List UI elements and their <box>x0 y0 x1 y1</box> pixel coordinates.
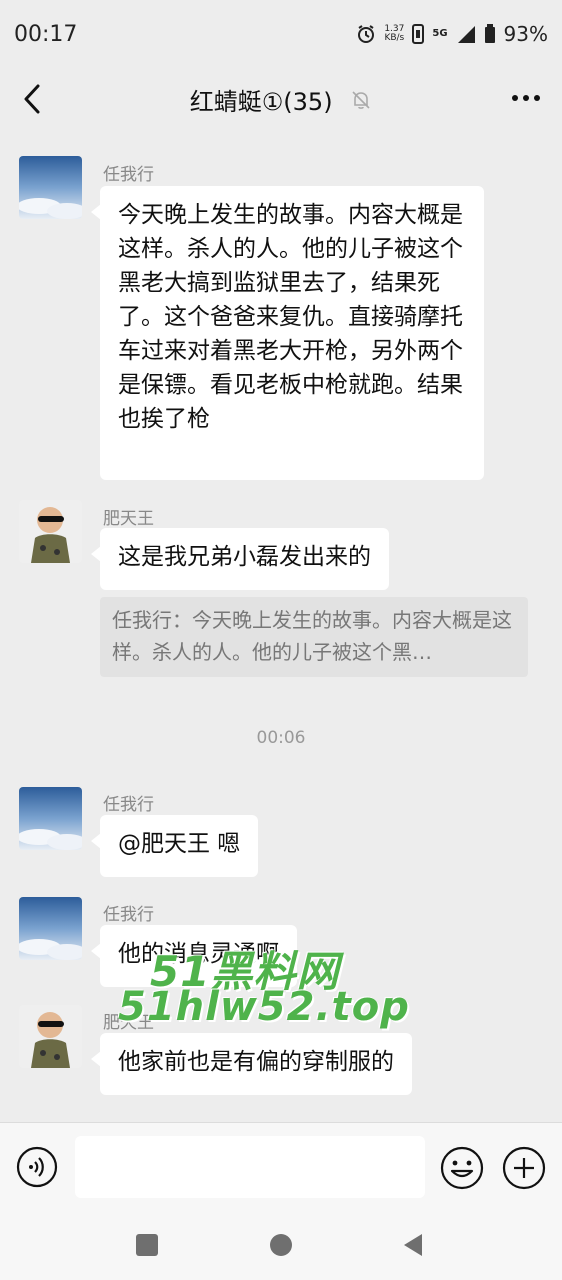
avatar[interactable] <box>19 156 82 219</box>
sky-avatar-image <box>19 897 82 960</box>
avatar[interactable] <box>19 897 82 960</box>
sender-name: 任我行 <box>103 795 154 815</box>
status-time: 00:17 <box>14 22 78 47</box>
sender-name: 肥天王 <box>103 509 154 529</box>
message-bubble[interactable]: 这是我兄弟小磊发出来的 <box>91 528 389 590</box>
message-bubble[interactable]: 他家前也是有偏的穿制服的 <box>91 1033 412 1095</box>
smiley-icon <box>440 1146 484 1190</box>
chat-title-wrap: 红蜻蜓①(35) <box>0 82 562 117</box>
chat-title: 红蜻蜓①(35) <box>189 88 333 116</box>
voice-icon <box>16 1146 58 1188</box>
net-speed-unit: KB/s <box>384 33 405 43</box>
status-bar: 00:17 1.37 KB/s 5G 93% <box>0 0 562 70</box>
message-input[interactable] <box>75 1136 425 1198</box>
plus-circle-icon <box>502 1146 546 1190</box>
voice-button[interactable] <box>16 1146 58 1188</box>
emoji-button[interactable] <box>440 1146 484 1190</box>
message-bubble[interactable]: @肥天王 嗯 <box>90 815 259 877</box>
bell-off-icon <box>352 90 370 109</box>
status-icons: 1.37 KB/s 5G 93% <box>356 22 548 46</box>
watermark-line2: 51hlw52.top <box>118 984 410 1030</box>
input-bar <box>0 1122 562 1213</box>
battery-icon <box>484 24 495 43</box>
network-type: 5G <box>432 28 448 39</box>
avatar[interactable] <box>19 500 82 563</box>
avatar[interactable] <box>19 787 82 850</box>
message-bubble[interactable]: 今天晚上发生的故事。内容大概是这样。杀人的人。他的儿子被这个黑老大搞到监狱里去了… <box>91 186 484 480</box>
kid-avatar-image <box>19 500 82 563</box>
battery-level: 93% <box>503 22 548 46</box>
sender-name: 任我行 <box>103 905 154 925</box>
nav-back-icon[interactable] <box>402 1233 424 1257</box>
kid-avatar-image <box>19 1005 82 1068</box>
time-separator: 00:06 <box>256 728 306 748</box>
sender-name: 任我行 <box>103 165 154 185</box>
more-button[interactable] <box>510 86 542 110</box>
recent-apps-button[interactable] <box>136 1234 158 1256</box>
ellipsis-icon <box>512 95 540 101</box>
avatar[interactable] <box>19 1005 82 1068</box>
sky-avatar-image <box>19 787 82 850</box>
home-button[interactable] <box>270 1234 292 1256</box>
signal-icon <box>457 26 475 43</box>
sky-avatar-image <box>19 156 82 219</box>
net-speed: 1.37 KB/s <box>384 25 404 43</box>
quoted-message[interactable]: 任我行：今天晚上发生的故事。内容大概是这样。杀人的人。他的儿子被这个黑… <box>100 597 528 677</box>
chat-header: 红蜻蜓①(35) <box>0 70 562 128</box>
plus-button[interactable] <box>502 1146 546 1190</box>
alarm-icon <box>358 25 375 43</box>
sim-icon <box>412 24 425 44</box>
system-nav-bar <box>0 1212 562 1280</box>
